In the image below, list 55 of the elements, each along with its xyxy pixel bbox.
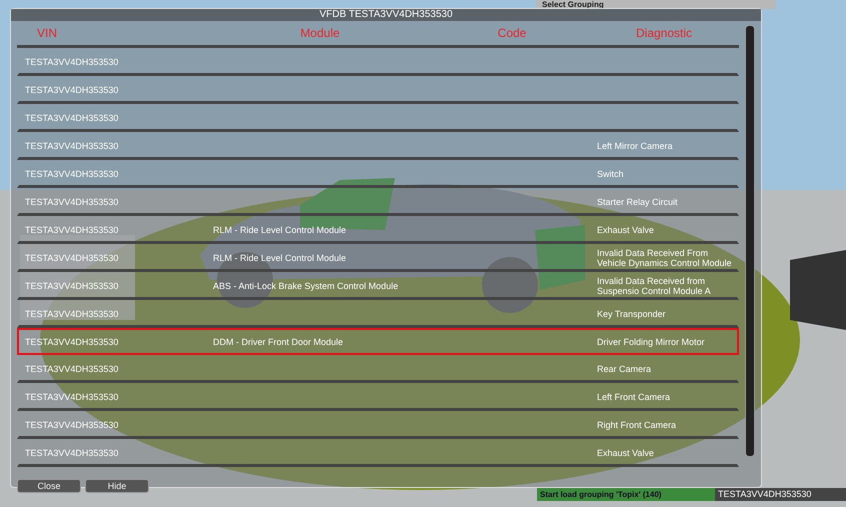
module-cell: ABS - Anti-Lock Brake System Control Module — [213, 280, 398, 290]
vin-cell: TESTA3VV4DH353530 — [25, 168, 118, 178]
table-row[interactable]: TESTA3VV4DH353530 Rear Camera — [17, 355, 739, 383]
table-row[interactable]: TESTA3VV4DH353530 ABS - Anti-Lock Brake System Control Module Invalid Data Received from Suspensio Control Module A — [17, 272, 739, 300]
column-header: Module — [300, 26, 340, 40]
diagnostic-cell: Invalid Data Received From Vehicle Dynamics Control Module — [597, 248, 732, 268]
vin-cell: TESTA3VV4DH353530 — [25, 196, 118, 206]
table-row[interactable]: TESTA3VV4DH353530 DDM - Driver Front Door Module Driver Folding Mirror Motor — [17, 328, 739, 355]
vin-cell: TESTA3VV4DH353530 — [25, 392, 118, 402]
table-row[interactable]: TESTA3VV4DH353530 RLM - Ride Level Control Module Invalid Data Received From Vehicle Dynamics Control Module — [17, 244, 739, 272]
status-message: Start load grouping 'Topix' (140) — [537, 488, 715, 501]
diagnostic-cell: Exhaust Valve — [597, 448, 654, 458]
module-cell: DDM - Driver Front Door Module — [213, 336, 344, 346]
window-button[interactable]: Close — [17, 479, 81, 493]
table-row[interactable]: TESTA3VV4DH353530 Exhaust Valve — [17, 439, 739, 467]
diagnostic-cell: Left Mirror Camera — [597, 140, 673, 150]
diagnostic-cell: Invalid Data Received from Suspensio Control Module A — [597, 276, 711, 296]
table-row[interactable]: TESTA3VV4DH353530 Starter Relay Circuit — [17, 188, 739, 216]
vin-cell: TESTA3VV4DH353530 — [25, 448, 118, 458]
diagnostic-cell: Right Front Camera — [597, 420, 676, 430]
diagnostic-cell: Key Transponder — [597, 308, 666, 318]
module-cell: RLM - Ride Level Control Module — [213, 224, 346, 234]
table-row[interactable]: TESTA3VV4DH353530 Left Front Camera — [17, 383, 739, 411]
vin-cell: TESTA3VV4DH353530 — [25, 308, 118, 318]
table-row[interactable]: TESTA3VV4DH353530 Key Transponder — [17, 300, 739, 328]
column-header: Code — [498, 26, 526, 40]
vin-cell: TESTA3VV4DH353530 — [25, 364, 118, 374]
table-row[interactable]: TESTA3VV4DH353530 RLM - Ride Level Control Module Exhaust Valve — [17, 216, 739, 244]
column-header: Diagnostic — [636, 26, 692, 40]
module-cell: RLM - Ride Level Control Module — [213, 252, 346, 262]
diagnostic-cell: Switch — [597, 168, 624, 178]
vin-cell: TESTA3VV4DH353530 — [25, 336, 118, 346]
vin-cell: TESTA3VV4DH353530 — [25, 224, 118, 234]
status-vin: TESTA3VV4DH353530 — [715, 488, 846, 501]
table-row[interactable]: TESTA3VV4DH353530 — [17, 76, 739, 104]
vertical-scrollbar[interactable] — [745, 25, 755, 457]
vin-cell: TESTA3VV4DH353530 — [25, 280, 118, 290]
vin-cell: TESTA3VV4DH353530 — [25, 112, 118, 122]
diagnostic-cell: Starter Relay Circuit — [597, 196, 678, 206]
diagnostic-cell: Left Front Camera — [597, 392, 670, 402]
grouping-label: Select Grouping — [536, 0, 776, 9]
vin-cell: TESTA3VV4DH353530 — [25, 84, 118, 94]
diagnostic-cell: Rear Camera — [597, 364, 652, 374]
table-row[interactable]: TESTA3VV4DH353530 Switch — [17, 160, 739, 188]
vin-cell: TESTA3VV4DH353530 — [25, 252, 118, 262]
window-button[interactable]: Hide — [85, 479, 149, 493]
table-row[interactable]: TESTA3VV4DH353530 — [17, 104, 739, 132]
vin-cell: TESTA3VV4DH353530 — [25, 56, 118, 66]
table-row[interactable]: TESTA3VV4DH353530 — [17, 48, 739, 76]
column-header: VIN — [36, 26, 58, 40]
vin-cell: TESTA3VV4DH353530 — [25, 140, 118, 150]
diagnostic-cell: Exhaust Valve — [597, 224, 654, 234]
diagnostic-cell: Driver Folding Mirror Motor — [597, 336, 705, 346]
window-title: VFDB TESTA3VV4DH353530 — [11, 9, 761, 21]
table-row[interactable]: TESTA3VV4DH353530 Left Mirror Camera — [17, 132, 739, 160]
